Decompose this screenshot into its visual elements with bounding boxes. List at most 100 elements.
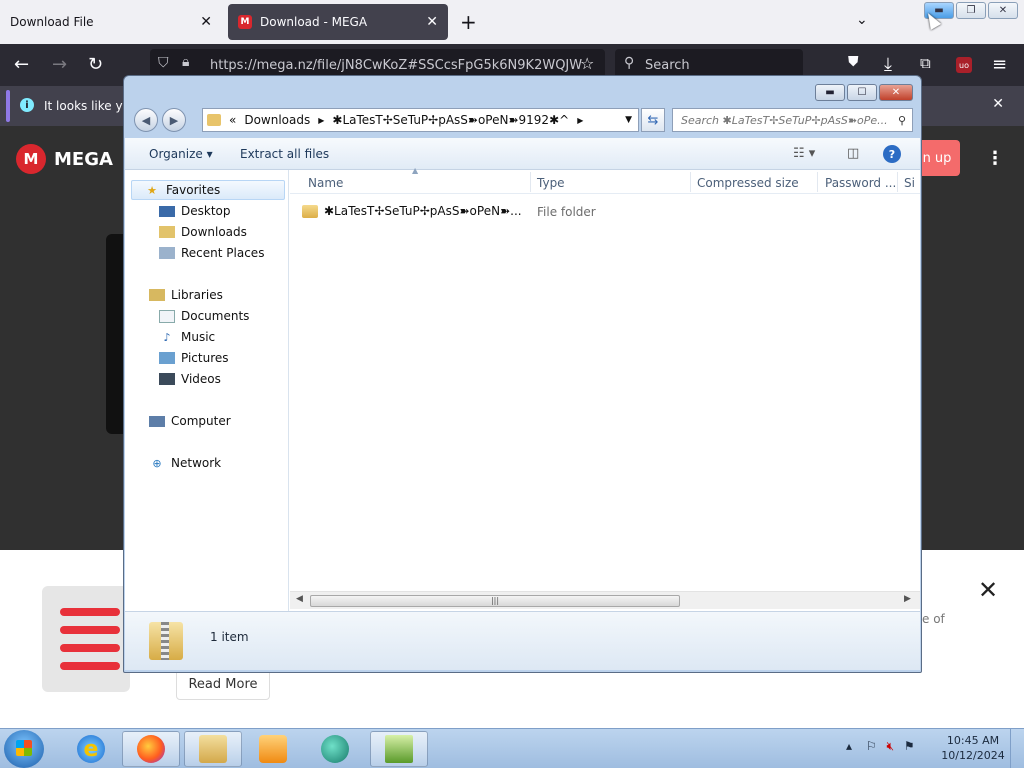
nav-network[interactable]: ⊕ Network — [125, 453, 221, 473]
refresh-button[interactable]: ⇆ — [641, 108, 665, 132]
folder-icon — [207, 114, 221, 126]
maximize-button[interactable]: ☐ — [847, 84, 877, 101]
show-desktop-button[interactable] — [1010, 729, 1024, 768]
scroll-left-icon[interactable]: ◀ — [296, 594, 303, 604]
explorer-window: ▬ ☐ ✕ ◀ ▶ « Downloads ▶ ✱LaTesT✢SeTuP✢pA… — [123, 75, 922, 673]
nav-desktop[interactable]: Desktop — [125, 201, 231, 221]
info-icon: i — [20, 98, 34, 112]
volume-muted-icon[interactable]: 🔇︎ — [886, 739, 894, 753]
tab-download-mega[interactable]: M Download - MEGA ✕ — [228, 4, 448, 40]
chevron-down-icon[interactable]: ⌄ — [856, 12, 868, 28]
nav-recent-places[interactable]: Recent Places — [125, 243, 264, 263]
taskbar-app[interactable] — [306, 731, 364, 767]
back-button[interactable]: ◀ — [134, 108, 158, 132]
tab-download-file[interactable]: Download File ✕ — [0, 0, 222, 44]
new-tab-icon[interactable]: + — [460, 10, 477, 34]
extensions-icon[interactable]: ⧉ — [920, 54, 931, 72]
lock-icon: 🔒︎ — [182, 54, 190, 70]
videos-icon — [159, 373, 175, 385]
tab-label: Download - MEGA — [260, 15, 368, 29]
restore-button[interactable]: ❐ — [956, 2, 986, 19]
close-button[interactable]: ✕ — [879, 84, 913, 101]
nav-computer[interactable]: Computer — [125, 411, 231, 431]
tab-close-icon[interactable]: ✕ — [200, 14, 212, 30]
download-icon[interactable]: ⤓ — [884, 54, 892, 75]
tab-close-icon[interactable]: ✕ — [426, 14, 438, 30]
column-name[interactable]: Name — [308, 176, 343, 190]
menu-icon[interactable]: ≡ — [992, 54, 1007, 75]
nav-favorites[interactable]: ★ Favorites — [131, 180, 285, 200]
flag-icon[interactable]: ⚑ — [904, 739, 915, 753]
details-pane: 1 item — [125, 611, 920, 670]
minimize-button[interactable]: ▬ — [815, 84, 845, 101]
mega-logo[interactable]: M MEGA — [16, 144, 113, 174]
more-options-icon[interactable]: ⋮ — [986, 148, 1004, 169]
back-arrow-icon[interactable]: ← — [14, 54, 29, 75]
forward-button[interactable]: ▶ — [162, 108, 186, 132]
pictures-icon — [159, 352, 175, 364]
hamburger-graphic-icon — [42, 586, 130, 692]
preview-pane-icon[interactable]: ◫ — [847, 146, 859, 161]
close-button[interactable]: ✕ — [988, 2, 1018, 19]
bookmark-star-icon[interactable]: ☆ — [580, 54, 594, 73]
address-bar[interactable]: « Downloads ▶ ✱LaTesT✢SeTuP✢pAsS➽oPeN➽91… — [202, 108, 639, 132]
table-row[interactable]: ✱LaTesT✢SeTuP✢pAsS➽oPeN➽... File folder — [302, 202, 902, 222]
tray-expand-icon[interactable]: ▴ — [846, 739, 852, 753]
column-size[interactable]: Si — [904, 176, 915, 190]
taskbar-media-player[interactable] — [244, 731, 302, 767]
pocket-icon[interactable]: ⛊ — [848, 54, 859, 70]
organize-button[interactable]: Organize ▾ — [149, 147, 213, 161]
breadcrumb-arrow-icon[interactable]: ▶ — [577, 116, 583, 125]
media-player-icon — [259, 735, 287, 763]
help-icon[interactable]: ? — [883, 145, 901, 163]
close-icon[interactable]: ✕ — [992, 96, 1004, 112]
scroll-thumb[interactable]: ||| — [310, 595, 680, 607]
nav-documents[interactable]: Documents — [125, 306, 249, 326]
breadcrumb-downloads[interactable]: Downloads — [244, 113, 310, 127]
clock-time: 10:45 AM — [946, 734, 1000, 747]
column-type[interactable]: Type — [537, 176, 565, 190]
action-center-icon[interactable]: ⚐ — [866, 739, 877, 753]
nav-music[interactable]: ♪ Music — [125, 327, 215, 347]
star-icon: ★ — [147, 183, 157, 197]
column-password[interactable]: Password ... — [825, 176, 896, 190]
reload-icon[interactable]: ↻ — [88, 54, 103, 75]
nav-pictures[interactable]: Pictures — [125, 348, 229, 368]
breadcrumb-archive[interactable]: ✱LaTesT✢SeTuP✢pAsS➽oPeN➽9192✱^ — [332, 113, 569, 127]
libraries-icon — [149, 289, 165, 301]
shield-icon[interactable]: ⛉ — [158, 55, 169, 71]
system-tray: ▴ ⚐ 🔇︎ ⚑ — [846, 739, 915, 754]
nav-videos[interactable]: Videos — [125, 369, 221, 389]
view-options-icon[interactable]: ☷ ▾ — [793, 146, 815, 161]
nav-libraries[interactable]: Libraries — [125, 285, 223, 305]
taskbar-explorer[interactable] — [184, 731, 242, 767]
scroll-right-icon[interactable]: ▶ — [904, 594, 911, 604]
horizontal-scrollbar[interactable]: ◀ ||| ▶ — [290, 591, 920, 609]
url-text: https://mega.nz/file/jN8CwKoZ#SSCcsFpG5k… — [210, 57, 583, 73]
chevron-down-icon[interactable]: ▼ — [625, 115, 632, 125]
nav-downloads[interactable]: Downloads — [125, 222, 247, 242]
forward-arrow-icon[interactable]: → — [52, 54, 67, 75]
file-list: Name ▲ Type Compressed size Password ...… — [290, 166, 920, 611]
search-icon: ⚲ — [897, 113, 906, 127]
search-placeholder: Search ✱LaTesT✢SeTuP✢pAsS➽oPe... — [681, 113, 888, 127]
taskbar-firefox[interactable] — [122, 731, 180, 767]
app-globe-icon — [321, 735, 349, 763]
file-name-cell[interactable]: ✱LaTesT✢SeTuP✢pAsS➽oPeN➽... — [302, 204, 522, 218]
taskbar-task-manager[interactable] — [370, 731, 428, 767]
column-compressed-size[interactable]: Compressed size — [697, 176, 799, 190]
navigation-pane: ★ Favorites Desktop Downloads Recent Pla… — [125, 170, 289, 611]
breadcrumb-arrow-icon[interactable]: ▶ — [318, 116, 324, 125]
clock[interactable]: 10:45 AM 10/12/2024 — [940, 733, 1006, 763]
search-input[interactable]: Search ✱LaTesT✢SeTuP✢pAsS➽oPe... ⚲ — [672, 108, 913, 132]
snippet-text: e of — [922, 612, 945, 626]
ublock-icon[interactable]: uo — [956, 57, 972, 73]
firefox-icon — [137, 735, 165, 763]
start-button[interactable] — [4, 730, 44, 768]
tab-label: Download File — [10, 15, 94, 29]
close-icon[interactable]: ✕ — [978, 576, 998, 604]
internet-explorer-icon: e — [77, 735, 105, 763]
taskbar-ie[interactable]: e — [62, 731, 120, 767]
zip-stripe-icon — [161, 622, 169, 660]
extract-all-button[interactable]: Extract all files — [240, 147, 329, 161]
